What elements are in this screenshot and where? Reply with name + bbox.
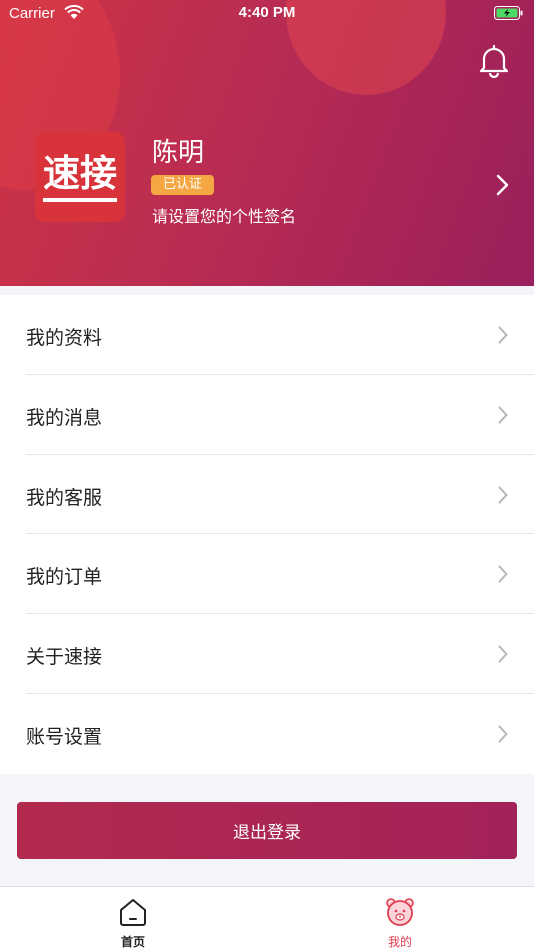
user-name: 陈明 [152, 138, 205, 168]
menu-item-label: 关于速接 [26, 646, 103, 669]
menu-item-label: 账号设置 [26, 725, 103, 748]
menu-item-about[interactable]: 关于速接 [26, 614, 534, 694]
chevron-right-icon [498, 565, 508, 583]
profile-header: Carrier 4:40 PM 速接 陈明 已认证 请设置您的个性签名 [0, 0, 534, 286]
logout-button[interactable]: 退出登录 [17, 802, 517, 859]
tab-bar: 首页 我的 [0, 886, 534, 950]
chevron-right-icon [498, 645, 508, 663]
tab-label: 首页 [120, 935, 145, 949]
menu-item-label: 我的订单 [26, 566, 103, 589]
bear-profile-icon [386, 898, 414, 926]
avatar[interactable]: 速接 [35, 132, 125, 222]
menu-item-my-profile[interactable]: 我的资料 [26, 295, 534, 375]
menu-item-label: 我的消息 [26, 406, 103, 429]
chevron-right-icon [498, 406, 508, 424]
menu-list: 我的资料 我的消息 我的客服 我的订单 关于速接 账号设置 [0, 295, 534, 774]
status-bar: Carrier 4:40 PM [0, 0, 534, 28]
home-icon [120, 899, 146, 926]
avatar-logo-text: 速接 [43, 152, 117, 202]
tab-label: 我的 [387, 935, 412, 949]
chevron-right-icon [498, 486, 508, 504]
user-signature[interactable]: 请设置您的个性签名 [152, 203, 296, 227]
menu-item-my-orders[interactable]: 我的订单 [26, 534, 534, 615]
menu-item-label: 我的资料 [26, 327, 103, 349]
menu-item-customer-service[interactable]: 我的客服 [26, 455, 534, 535]
battery-charging-icon [494, 6, 523, 20]
tab-home[interactable]: 首页 [73, 887, 193, 950]
menu-item-label: 我的客服 [26, 486, 103, 509]
chevron-right-icon[interactable] [496, 174, 510, 196]
menu-item-my-messages[interactable]: 我的消息 [26, 375, 534, 455]
bell-icon[interactable] [479, 44, 509, 78]
chevron-right-icon [498, 326, 508, 344]
clock-time: 4:40 PM [238, 4, 296, 21]
verified-badge: 已认证 [151, 175, 215, 195]
tab-mine[interactable]: 我的 [340, 887, 460, 950]
menu-item-account-settings[interactable]: 账号设置 [26, 694, 534, 774]
chevron-right-icon [498, 725, 508, 743]
